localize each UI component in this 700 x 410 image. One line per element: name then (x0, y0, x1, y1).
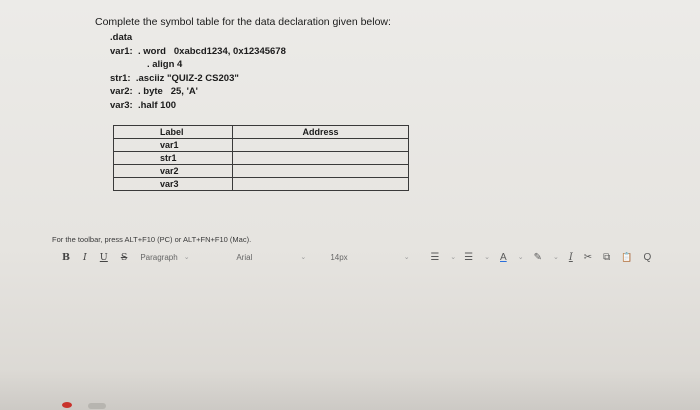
label-cell: var1 (113, 138, 233, 152)
label-cell: str1 (113, 151, 233, 165)
paragraph-select[interactable]: Paragraph ⌄ (140, 253, 236, 262)
chevron-down-icon[interactable]: ⌄ (553, 253, 559, 261)
chevron-down-icon: ⌄ (183, 254, 190, 261)
strikethrough-button[interactable]: S (121, 252, 128, 263)
address-cell[interactable] (232, 138, 409, 152)
chevron-down-icon[interactable]: ⌄ (484, 253, 490, 261)
chevron-down-icon: ⌄ (403, 254, 410, 261)
taskbar-red-icon (62, 402, 72, 408)
search-icon[interactable]: Q (644, 252, 652, 263)
chevron-down-icon[interactable]: ⌄ (518, 253, 524, 261)
ordered-list-icon[interactable]: ☰ (430, 252, 439, 263)
code-line: str1: .asciiz "QUIZ-2 CS203" (110, 72, 239, 84)
label-cell: var3 (113, 177, 233, 191)
italic-button[interactable]: I (83, 252, 87, 263)
code-line: . align 4 (110, 59, 183, 70)
table-row: var1 (113, 138, 409, 152)
font-size-select-value: 14px (330, 252, 348, 262)
table-header-row: Label Address (113, 125, 409, 139)
table-row: var2 (113, 164, 409, 178)
font-select[interactable]: Arial ⌄ (236, 253, 330, 262)
code-line: .data (110, 32, 133, 43)
highlight-pen-icon[interactable]: ✎ (534, 252, 542, 263)
code-line: var2: . byte 25, 'A' (110, 86, 198, 97)
bold-button[interactable]: B (62, 252, 70, 263)
bullet-list-icon[interactable]: ☰ (464, 252, 473, 263)
address-cell[interactable] (232, 164, 409, 178)
font-select-value: Arial (236, 252, 253, 262)
taskbar-gray-icon (88, 403, 106, 409)
table-row: var3 (113, 177, 409, 191)
address-header: Address (232, 125, 409, 139)
label-header: Label (113, 125, 233, 139)
code-line: var1: . word 0xabcd1234, 0x12345678 (110, 45, 286, 57)
clear-format-icon[interactable]: I (569, 252, 573, 263)
code-line: var3: .half 100 (110, 99, 177, 111)
text-color-icon[interactable]: A (500, 252, 507, 263)
question-text: Complete the symbol table for the data d… (95, 16, 391, 28)
table-row: str1 (113, 151, 409, 165)
editor-toolbar: B I U S Paragraph ⌄ Arial ⌄ 14px ⌄ ☰ ⌄ ☰… (52, 247, 692, 267)
symbol-table: Label Address var1 str1 var2 var3 (113, 125, 409, 191)
chevron-down-icon[interactable]: ⌄ (450, 253, 456, 261)
toolbar-hint: For the toolbar, press ALT+F10 (PC) or A… (52, 235, 252, 244)
cut-icon[interactable]: ✂ (584, 252, 592, 263)
data-declaration-code: .data var1: . word 0xabcd1234, 0x1234567… (110, 31, 286, 112)
font-size-select[interactable]: 14px ⌄ (330, 253, 430, 262)
label-cell: var2 (113, 164, 233, 178)
paste-icon[interactable]: 📋 (621, 252, 632, 263)
address-cell[interactable] (232, 177, 409, 191)
chevron-down-icon: ⌄ (300, 254, 307, 261)
copy-icon[interactable]: ⧉ (603, 252, 610, 263)
address-cell[interactable] (232, 151, 409, 165)
underline-button[interactable]: U (100, 252, 108, 263)
paragraph-select-value: Paragraph (140, 252, 178, 262)
